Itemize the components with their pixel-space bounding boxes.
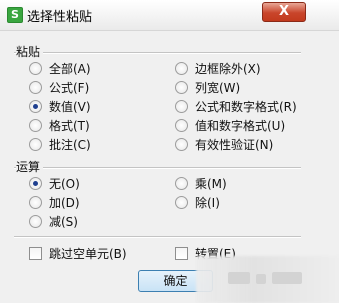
paste-group-separator [14, 52, 301, 54]
paste-all-except-borders-radio[interactable] [175, 61, 188, 75]
operation-option-add[interactable]: 加(D) [29, 194, 80, 210]
paste-formats-radio[interactable] [29, 118, 42, 132]
option-label: 乘(M) [195, 176, 227, 191]
operation-option-none[interactable]: 无(O) [29, 175, 80, 191]
wps-spreadsheet-icon: S [7, 7, 23, 23]
option-label: 批注(C) [49, 137, 91, 152]
operation-divide-radio[interactable] [175, 195, 188, 209]
transpose-checkbox[interactable] [175, 246, 188, 260]
paste-option-all-except-borders[interactable]: 边框除外(X) [175, 60, 261, 76]
option-label: 列宽(W) [195, 80, 241, 95]
paste-option-comments[interactable]: 批注(C) [29, 136, 91, 152]
operation-group-label: 运算 [16, 158, 44, 175]
paste-option-formulas[interactable]: 公式(F) [29, 79, 89, 95]
skip-blanks-option[interactable]: 跳过空单元(B) [29, 245, 127, 261]
paste-option-formats[interactable]: 格式(T) [29, 117, 90, 133]
paste-all-radio[interactable] [29, 61, 42, 75]
paste-special-dialog: S 选择性粘贴 X 粘贴 全部(A) 公式(F) 数值(V) 格式(T) 批注(… [0, 0, 339, 303]
paste-values-number-formats-radio[interactable] [175, 118, 188, 132]
paste-option-formulas-number-formats[interactable]: 公式和数字格式(R) [175, 98, 297, 114]
option-label: 减(S) [49, 214, 78, 229]
option-label: 值和数字格式(U) [195, 118, 286, 133]
option-label: 公式(F) [49, 80, 90, 95]
skip-blanks-label: 跳过空单元(B) [49, 246, 127, 261]
paste-group-label: 粘贴 [16, 43, 44, 60]
paste-values-radio[interactable] [29, 99, 42, 113]
dialog-title: 选择性粘贴 [27, 10, 93, 25]
paste-option-values[interactable]: 数值(V) [29, 98, 91, 114]
option-label: 除(I) [195, 195, 220, 210]
option-label: 全部(A) [49, 61, 91, 76]
skip-blanks-checkbox[interactable] [29, 246, 42, 260]
operation-group-separator [14, 167, 301, 169]
obscured-region [196, 256, 339, 303]
paste-comments-radio[interactable] [29, 137, 42, 151]
paste-column-widths-radio[interactable] [175, 80, 188, 94]
bottom-separator [14, 236, 301, 238]
title-bar[interactable]: S 选择性粘贴 X [0, 0, 339, 31]
paste-option-column-widths[interactable]: 列宽(W) [175, 79, 240, 95]
option-label: 格式(T) [49, 118, 90, 133]
obscured-block [272, 272, 302, 284]
option-label: 有效性验证(N) [195, 137, 274, 152]
operation-add-radio[interactable] [29, 195, 42, 209]
obscured-block [228, 272, 250, 284]
operation-option-divide[interactable]: 除(I) [175, 194, 220, 210]
obscured-block [256, 274, 266, 284]
operation-multiply-radio[interactable] [175, 176, 188, 190]
option-label: 无(O) [49, 176, 80, 191]
paste-validation-radio[interactable] [175, 137, 188, 151]
option-label: 边框除外(X) [195, 61, 261, 76]
option-label: 加(D) [49, 195, 80, 210]
operation-option-subtract[interactable]: 减(S) [29, 213, 78, 229]
option-label: 数值(V) [49, 99, 91, 114]
paste-option-all[interactable]: 全部(A) [29, 60, 91, 76]
operation-subtract-radio[interactable] [29, 214, 42, 228]
operation-option-multiply[interactable]: 乘(M) [175, 175, 227, 191]
option-label: 公式和数字格式(R) [195, 99, 297, 114]
close-button[interactable]: X [262, 2, 306, 22]
paste-formulas-radio[interactable] [29, 80, 42, 94]
paste-formulas-number-formats-radio[interactable] [175, 99, 188, 113]
operation-none-radio[interactable] [29, 176, 42, 190]
paste-option-validation[interactable]: 有效性验证(N) [175, 136, 273, 152]
paste-option-values-number-formats[interactable]: 值和数字格式(U) [175, 117, 285, 133]
